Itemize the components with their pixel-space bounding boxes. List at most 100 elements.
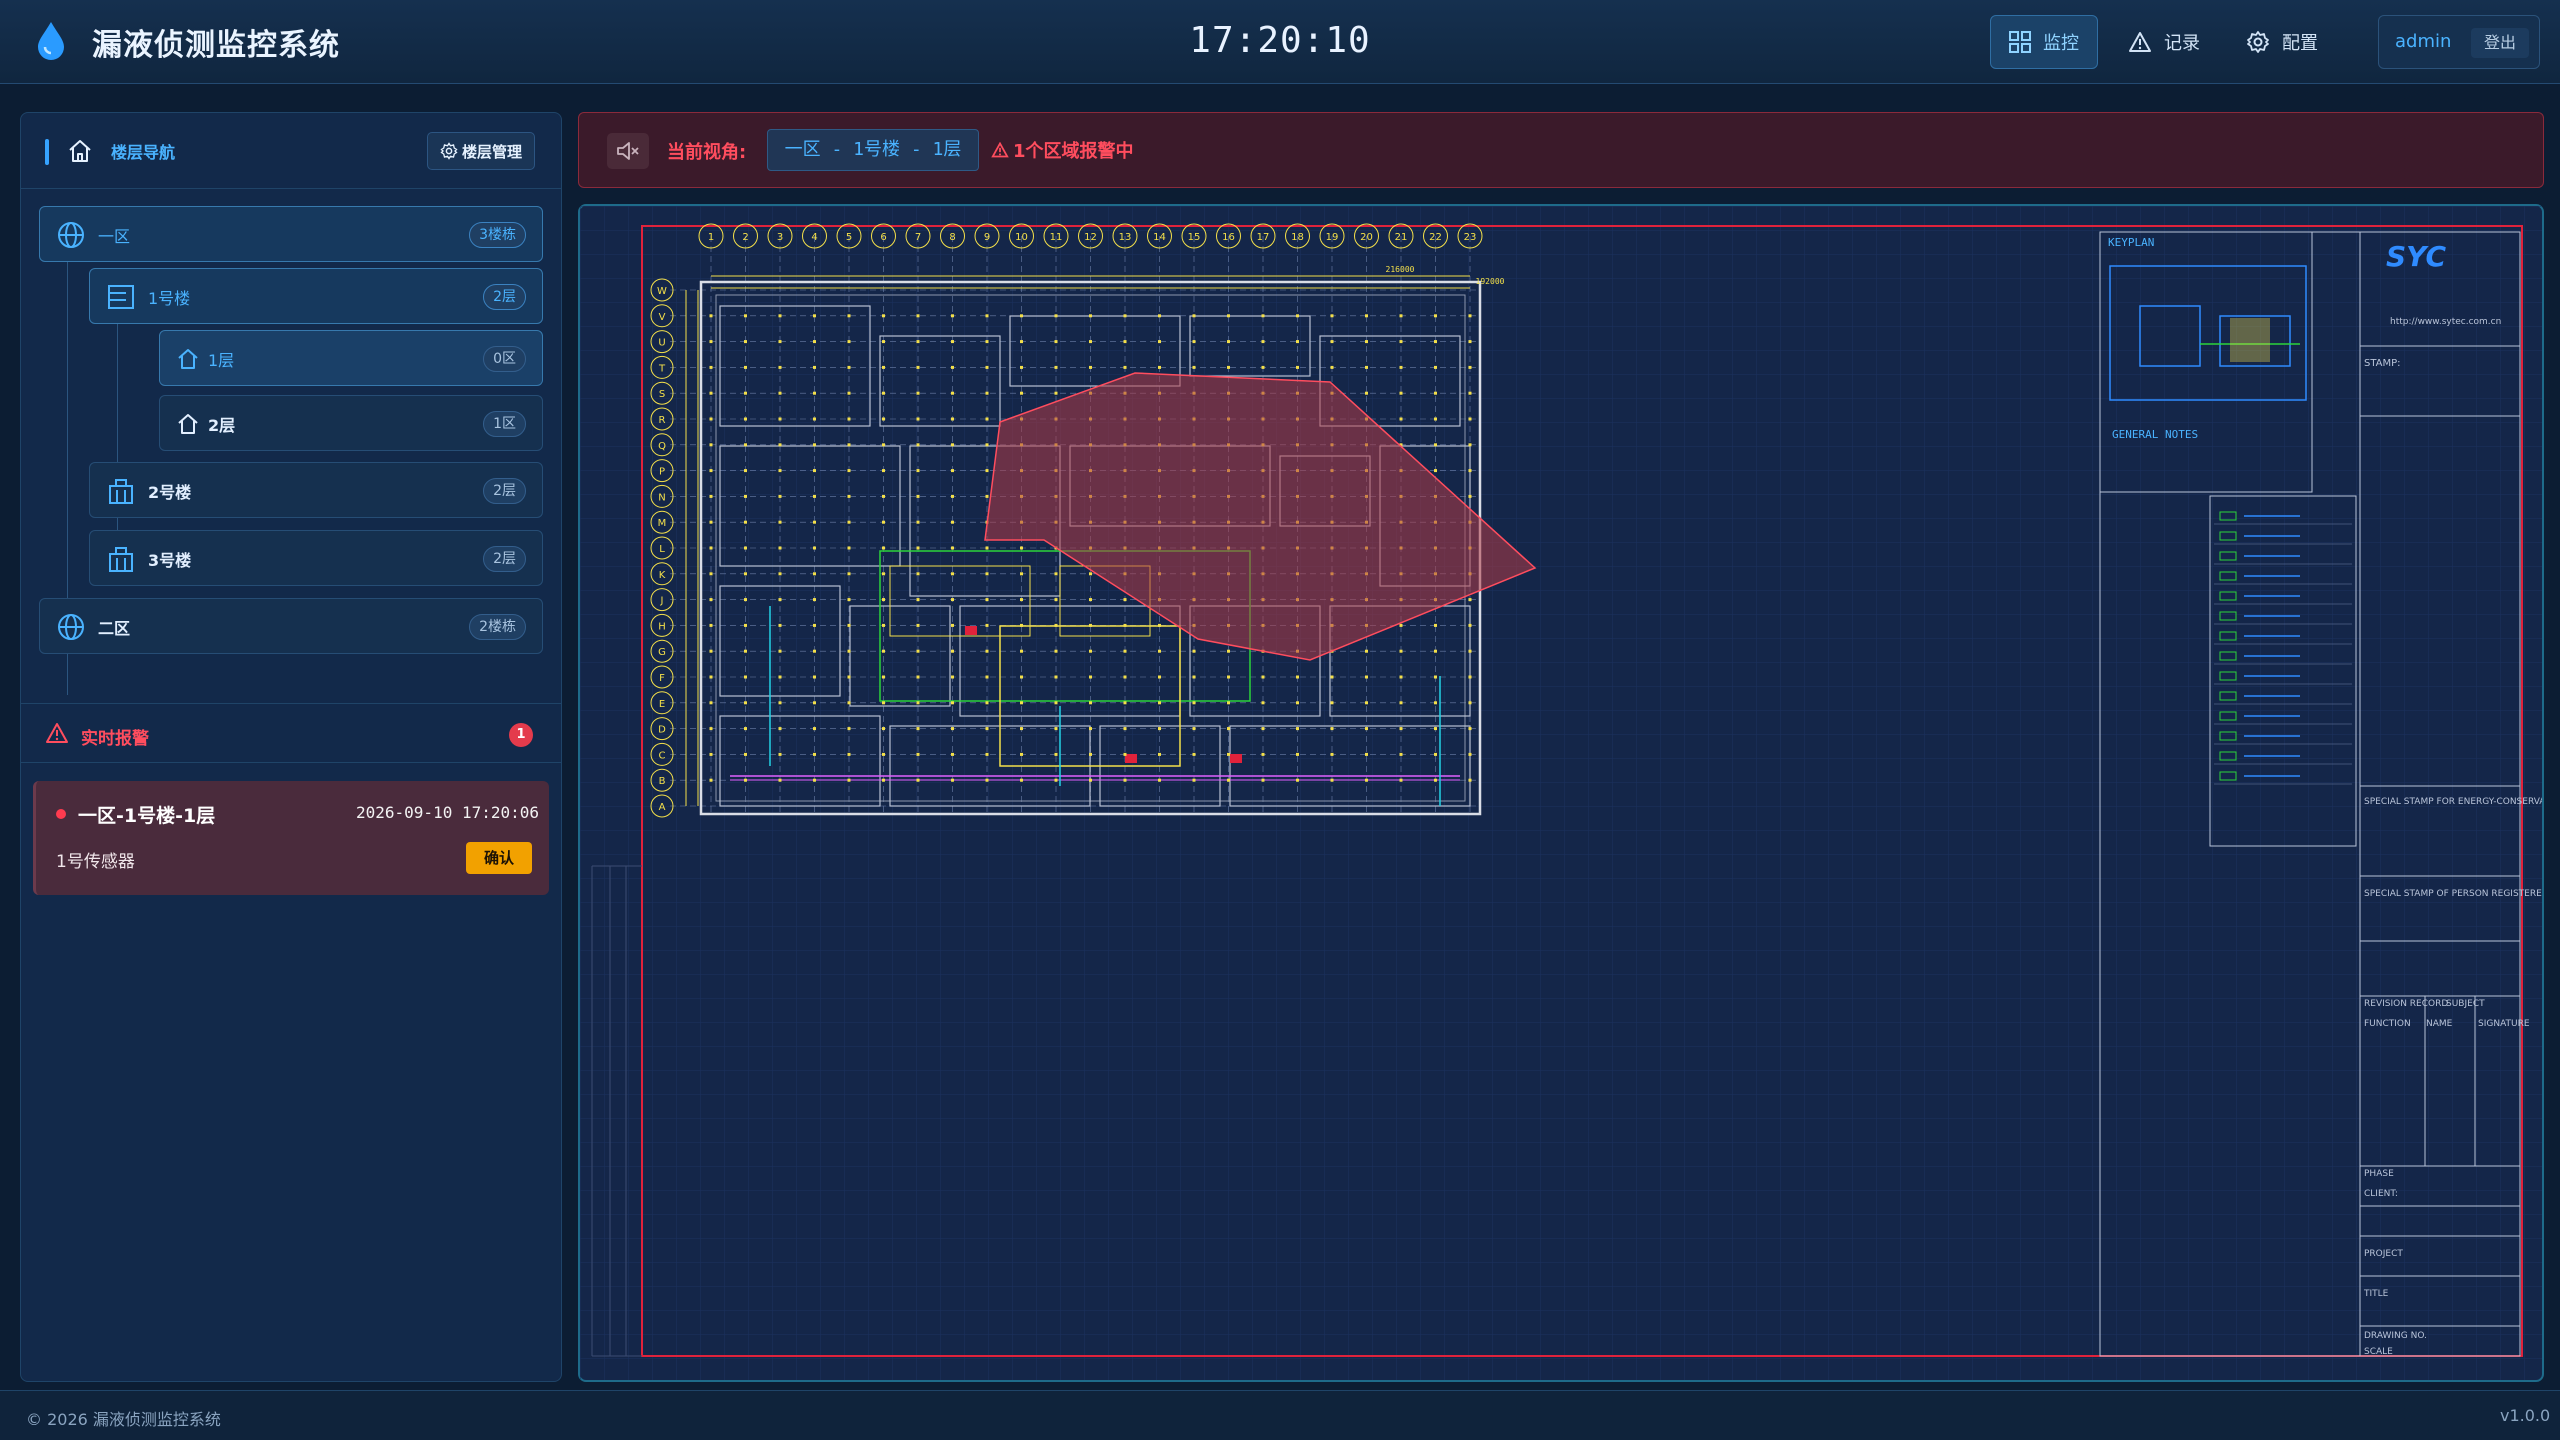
tree-node-badge: 2楼栋: [469, 614, 526, 640]
column-dot: [813, 520, 816, 524]
nav-monitor-button[interactable]: 监控: [1990, 15, 2098, 69]
column-dot: [882, 598, 885, 602]
column-dot: [1054, 675, 1058, 679]
cad-floor-plan[interactable]: 1 2 3 4 5 6 7 8 9 10 11 12 13 14 15 16 17 18 19 20 21 22 23 WV…: [580, 206, 2542, 1380]
tree-node-floor-2[interactable]: 2层 1区: [159, 395, 543, 451]
column-dot: [1227, 727, 1230, 731]
column-dot: [1434, 649, 1437, 653]
column-dot: [916, 340, 920, 344]
column-dot: [916, 701, 920, 705]
column-dot: [1123, 649, 1127, 653]
column-dot: [916, 572, 920, 576]
column-dot: [951, 623, 954, 627]
column-dot: [1468, 675, 1472, 679]
column-dot: [744, 417, 747, 421]
floor-plan-canvas[interactable]: 1 2 3 4 5 6 7 8 9 10 11 12 13 14 15 16 17 18 19 20 21 22 23 WV…: [578, 204, 2544, 1382]
column-dot: [778, 546, 782, 550]
column-dot: [847, 675, 851, 679]
column-dot: [778, 649, 782, 653]
logout-button[interactable]: 登出: [2471, 28, 2529, 58]
column-dot: [1296, 314, 1299, 318]
username: admin: [2395, 31, 2452, 52]
nav-config-button[interactable]: 配置: [2228, 15, 2336, 69]
column-dot: [1020, 391, 1023, 395]
column-dot: [1158, 752, 1161, 756]
column-dot: [1123, 727, 1127, 731]
grid-bubble-label: D: [658, 725, 666, 736]
column-dot: [1158, 623, 1161, 627]
column-dot: [1123, 365, 1127, 369]
realtime-alarm-title: 实时报警: [81, 729, 149, 749]
panel-header: 楼层导航 楼层管理: [21, 113, 561, 189]
column-dot: [1020, 778, 1023, 782]
tree-node-zone-2[interactable]: 二区 2楼栋: [39, 598, 543, 654]
dashboard-icon: [2009, 31, 2031, 53]
column-dot: [813, 598, 816, 602]
column-dot: [847, 469, 851, 473]
column-dot: [709, 314, 713, 318]
column-dot: [1365, 314, 1368, 318]
tree-node-building-3[interactable]: 3号楼 2层: [89, 530, 543, 586]
column-dot: [1468, 391, 1472, 395]
grid-bubble-label: 4: [811, 232, 817, 243]
tree-node-label: 2层: [208, 416, 236, 435]
floor-management-button[interactable]: 楼层管理: [427, 132, 535, 170]
title-block-text: SPECIAL STAMP OF PERSON REGISTERED:: [2364, 889, 2542, 899]
alarm-card[interactable]: 一区-1号楼-1层 2026-09-10 17:20:06 1号传感器 确认: [33, 781, 549, 895]
column-dot: [916, 520, 920, 524]
column-dot: [709, 520, 713, 524]
column-dot: [1434, 675, 1437, 679]
home-icon: [69, 140, 91, 162]
mute-button[interactable]: [607, 133, 649, 169]
column-dot: [1261, 365, 1265, 369]
column-dot: [1261, 675, 1265, 679]
column-dot: [916, 675, 920, 679]
column-dot: [1020, 314, 1023, 318]
column-dot: [916, 469, 920, 473]
tree-connector: [117, 323, 118, 553]
column-dot: [1399, 340, 1403, 344]
tree-node-floor-1[interactable]: 1层 0区: [159, 330, 543, 386]
home-icon: [178, 349, 198, 369]
column-dot: [951, 340, 954, 344]
nav-records-button[interactable]: 记录: [2110, 15, 2218, 69]
grid-bubble-label: 16: [1222, 232, 1235, 243]
column-dot: [951, 365, 954, 369]
column-dot: [1054, 572, 1058, 576]
alarm-confirm-button[interactable]: 确认: [466, 842, 532, 874]
column-dot: [744, 365, 747, 369]
tree-node-building-1[interactable]: 1号楼 2层: [89, 268, 543, 324]
column-dot: [882, 417, 885, 421]
alarm-count-badge: 1: [509, 723, 533, 747]
column-dot: [1192, 340, 1196, 344]
grid-bubble-label: N: [658, 492, 665, 503]
dimension-sub: 192000: [1476, 277, 1505, 286]
column-dot: [1330, 314, 1334, 318]
grid-bubble-label: J: [660, 596, 664, 607]
column-dot: [813, 469, 816, 473]
column-dot: [1330, 727, 1334, 731]
column-dot: [744, 340, 747, 344]
tree-node-zone-1[interactable]: 一区 3楼栋: [39, 206, 543, 262]
grid-bubble-label: 5: [846, 232, 852, 243]
column-dot: [882, 701, 885, 705]
column-dot: [1399, 365, 1403, 369]
tree-node-badge: 2层: [483, 478, 526, 504]
title-block-text: SUBJECT: [2446, 999, 2485, 1009]
column-dot: [916, 649, 920, 653]
grid-bubble-label: A: [659, 802, 666, 813]
column-dot: [951, 675, 954, 679]
grid-bubble-label: M: [658, 518, 667, 529]
column-dot: [951, 443, 954, 447]
column-dot: [1261, 314, 1265, 318]
column-dot: [1296, 340, 1299, 344]
column-dot: [1468, 314, 1472, 318]
sensor-marker: [1230, 754, 1242, 763]
grid-bubble-label: 1: [708, 232, 714, 243]
app-header: 漏液侦测监控系统 17:20:10 监控 记录 配置 admin 登出: [0, 0, 2560, 84]
water-drop-icon: [38, 22, 64, 60]
column-dot: [813, 778, 816, 782]
grid-bubble-label: K: [659, 570, 666, 581]
tree-node-building-2[interactable]: 2号楼 2层: [89, 462, 543, 518]
grid-bubble-label: F: [659, 673, 665, 684]
